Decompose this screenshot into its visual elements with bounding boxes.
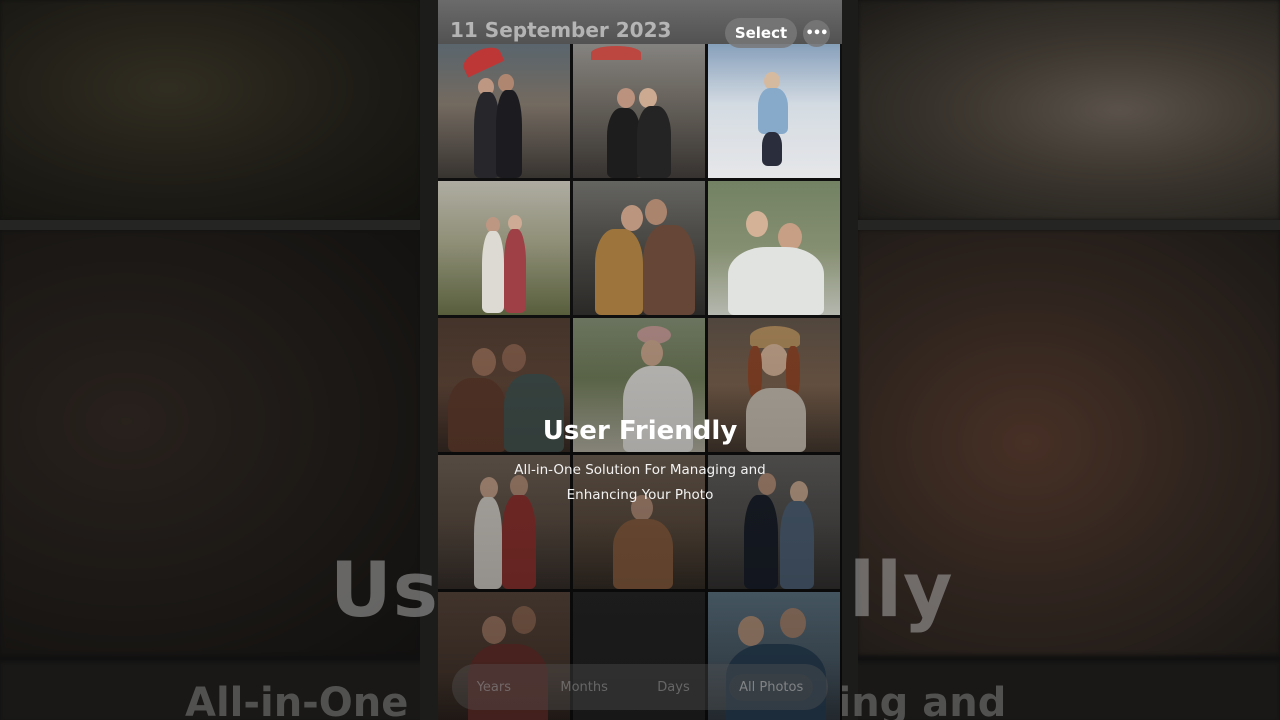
more-options-icon[interactable]: ••• [803, 20, 830, 47]
background-big-title-left: Us [330, 545, 439, 634]
background-big-sub-left: All-in-One [185, 680, 409, 720]
select-button[interactable]: Select [725, 18, 797, 48]
tab-all-photos[interactable]: All Photos [729, 673, 814, 701]
feature-subtitle: All-in-One Solution For Managing and Enh… [478, 458, 802, 508]
tab-months[interactable]: Months [550, 674, 618, 701]
feature-subtitle-line: Enhancing Your Photo [566, 487, 714, 503]
date-heading: 11 September 2023 [450, 18, 672, 42]
phone-screen: 11 September 2023 Select ••• User Friend… [438, 0, 842, 720]
photo-shade [438, 44, 842, 318]
view-tab-bar: Years Months Days All Photos [452, 664, 828, 710]
tab-years[interactable]: Years [467, 674, 521, 701]
tab-days[interactable]: Days [647, 674, 699, 701]
background-big-title-right: lly [848, 545, 954, 634]
feature-subtitle-line: All-in-One Solution For Managing and [514, 462, 766, 478]
photo-shade [438, 318, 842, 720]
feature-title: User Friendly [542, 416, 738, 446]
